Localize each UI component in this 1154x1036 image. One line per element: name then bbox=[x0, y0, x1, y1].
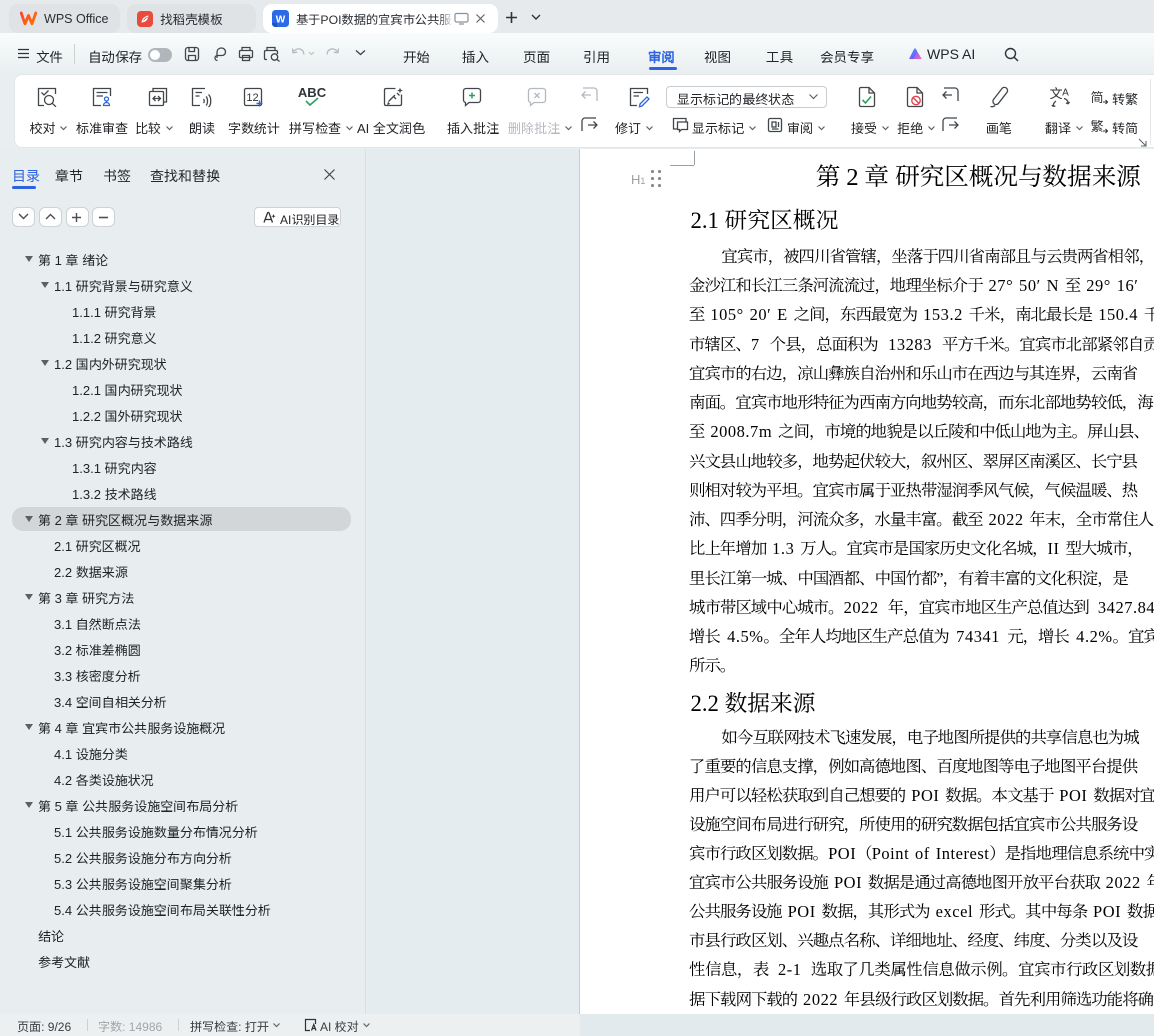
svg-text:A: A bbox=[1062, 88, 1069, 99]
svg-text:ABC: ABC bbox=[298, 85, 327, 100]
svg-text:文: 文 bbox=[1049, 85, 1062, 102]
svg-text:繁: 繁 bbox=[1090, 118, 1103, 135]
svg-text:W: W bbox=[276, 15, 286, 26]
svg-text:12: 12 bbox=[246, 92, 258, 104]
svg-text:简: 简 bbox=[1090, 89, 1103, 106]
